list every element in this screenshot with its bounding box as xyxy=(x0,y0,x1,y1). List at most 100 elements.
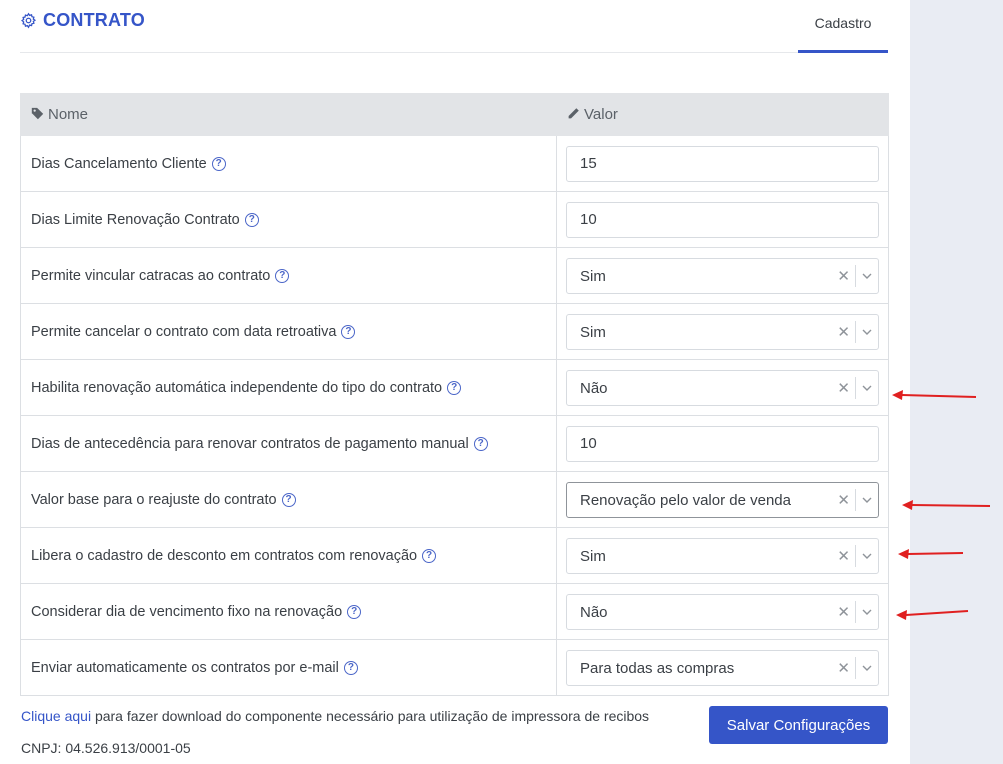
setting-label-cell: Considerar dia de vencimento fixo na ren… xyxy=(20,583,557,640)
help-icon[interactable]: ? xyxy=(447,380,462,395)
select-value: Para todas as compras xyxy=(580,659,735,677)
clear-icon[interactable]: ✕ xyxy=(837,267,850,285)
select-divider xyxy=(855,320,856,343)
table-row: Permite vincular catracas ao contrato? S… xyxy=(20,247,889,304)
config-table: Nome Valor Dias Cancelamento Cliente? Di… xyxy=(20,93,889,696)
setting-label-cell: Dias Limite Renovação Contrato? xyxy=(20,191,557,248)
setting-select[interactable]: Não ✕ xyxy=(566,369,879,406)
table-row: Libera o cadastro de desconto em contrat… xyxy=(20,527,889,584)
download-link[interactable]: Clique aqui xyxy=(21,708,91,724)
help-icon[interactable]: ? xyxy=(473,436,488,451)
setting-label: Habilita renovação automática independen… xyxy=(31,379,443,396)
select-divider xyxy=(855,600,856,623)
setting-input[interactable] xyxy=(566,201,879,238)
download-note-text: para fazer download do componente necess… xyxy=(91,708,650,724)
chevron-down-icon[interactable] xyxy=(861,494,873,506)
save-settings-button[interactable]: Salvar Configurações xyxy=(709,706,888,744)
page-title-group: CONTRATO xyxy=(20,10,145,31)
pencil-icon xyxy=(567,107,580,124)
tag-icon xyxy=(31,107,44,124)
setting-value-cell: Sim ✕ xyxy=(556,303,889,360)
setting-select[interactable]: Sim ✕ xyxy=(566,537,879,574)
setting-label-cell: Permite vincular catracas ao contrato? xyxy=(20,247,557,304)
table-header-row: Nome Valor xyxy=(20,93,889,136)
setting-value-cell: Sim ✕ xyxy=(556,527,889,584)
chevron-down-icon[interactable] xyxy=(861,270,873,282)
right-side-panel xyxy=(910,0,1003,764)
setting-label: Permite vincular catracas ao contrato xyxy=(31,267,271,284)
col-header-valor: Valor xyxy=(556,93,889,136)
setting-select[interactable]: Renovação pelo valor de venda ✕ xyxy=(566,481,879,518)
select-value: Sim xyxy=(580,323,606,341)
table-row: Valor base para o reajuste do contrato? … xyxy=(20,471,889,528)
setting-select[interactable]: Não ✕ xyxy=(566,593,879,630)
page-header: CONTRATO Cadastro xyxy=(20,0,888,53)
setting-label: Valor base para o reajuste do contrato xyxy=(31,491,277,508)
select-value: Não xyxy=(580,379,608,397)
select-divider xyxy=(855,488,856,511)
clear-icon[interactable]: ✕ xyxy=(837,379,850,397)
annotation-arrow-4 xyxy=(896,610,969,620)
setting-label: Permite cancelar o contrato com data ret… xyxy=(31,323,337,340)
col-header-valor-label: Valor xyxy=(584,105,618,123)
tab-cadastro-label: Cadastro xyxy=(814,15,872,31)
table-row: Habilita renovação automática independen… xyxy=(20,359,889,416)
download-note: Clique aqui para fazer download do compo… xyxy=(21,708,649,724)
clear-icon[interactable]: ✕ xyxy=(837,603,850,621)
select-divider xyxy=(855,264,856,287)
table-row: Dias Cancelamento Cliente? xyxy=(20,135,889,192)
chevron-down-icon[interactable] xyxy=(861,550,873,562)
setting-input[interactable] xyxy=(566,425,879,462)
setting-value-cell: Não ✕ xyxy=(556,359,889,416)
table-row: Considerar dia de vencimento fixo na ren… xyxy=(20,583,889,640)
help-icon[interactable]: ? xyxy=(275,268,290,283)
help-icon[interactable]: ? xyxy=(211,156,226,171)
table-row: Enviar automaticamente os contratos por … xyxy=(20,639,889,696)
setting-label-cell: Enviar automaticamente os contratos por … xyxy=(20,639,557,696)
table-row: Permite cancelar o contrato com data ret… xyxy=(20,303,889,360)
gear-icon xyxy=(21,12,37,29)
setting-label-cell: Habilita renovação automática independen… xyxy=(20,359,557,416)
help-icon[interactable]: ? xyxy=(343,660,358,675)
annotation-arrow-2 xyxy=(902,500,991,510)
help-icon[interactable]: ? xyxy=(281,492,296,507)
setting-label-cell: Dias Cancelamento Cliente? xyxy=(20,135,557,192)
annotation-arrow-3 xyxy=(898,549,964,559)
setting-label-cell: Permite cancelar o contrato com data ret… xyxy=(20,303,557,360)
help-icon[interactable]: ? xyxy=(341,324,356,339)
cnpj-text: CNPJ: 04.526.913/0001-05 xyxy=(21,740,191,756)
setting-value-cell: Sim ✕ xyxy=(556,247,889,304)
setting-input[interactable] xyxy=(566,145,879,182)
setting-label-cell: Libera o cadastro de desconto em contrat… xyxy=(20,527,557,584)
setting-label: Dias Limite Renovação Contrato xyxy=(31,211,240,228)
clear-icon[interactable]: ✕ xyxy=(837,547,850,565)
chevron-down-icon[interactable] xyxy=(861,382,873,394)
setting-value-cell xyxy=(556,135,889,192)
setting-label-cell: Dias de antecedência para renovar contra… xyxy=(20,415,557,472)
setting-select[interactable]: Sim ✕ xyxy=(566,313,879,350)
setting-label: Libera o cadastro de desconto em contrat… xyxy=(31,547,418,564)
table-row: Dias Limite Renovação Contrato? xyxy=(20,191,889,248)
select-value: Não xyxy=(580,603,608,621)
clear-icon[interactable]: ✕ xyxy=(837,323,850,341)
setting-label: Enviar automaticamente os contratos por … xyxy=(31,659,339,676)
setting-select[interactable]: Para todas as compras ✕ xyxy=(566,649,879,686)
setting-label: Dias Cancelamento Cliente xyxy=(31,155,207,172)
help-icon[interactable]: ? xyxy=(347,604,362,619)
setting-label-cell: Valor base para o reajuste do contrato? xyxy=(20,471,557,528)
select-value: Renovação pelo valor de venda xyxy=(580,491,791,509)
chevron-down-icon[interactable] xyxy=(861,662,873,674)
clear-icon[interactable]: ✕ xyxy=(837,659,850,677)
chevron-down-icon[interactable] xyxy=(861,326,873,338)
select-divider xyxy=(855,376,856,399)
help-icon[interactable]: ? xyxy=(244,212,259,227)
clear-icon[interactable]: ✕ xyxy=(837,491,850,509)
setting-select[interactable]: Sim ✕ xyxy=(566,257,879,294)
help-icon[interactable]: ? xyxy=(422,548,437,563)
chevron-down-icon[interactable] xyxy=(861,606,873,618)
col-header-nome-label: Nome xyxy=(48,105,89,123)
setting-value-cell xyxy=(556,415,889,472)
setting-value-cell: Renovação pelo valor de venda ✕ xyxy=(556,471,889,528)
tab-cadastro[interactable]: Cadastro xyxy=(798,0,888,53)
annotation-arrow-1 xyxy=(892,390,977,400)
